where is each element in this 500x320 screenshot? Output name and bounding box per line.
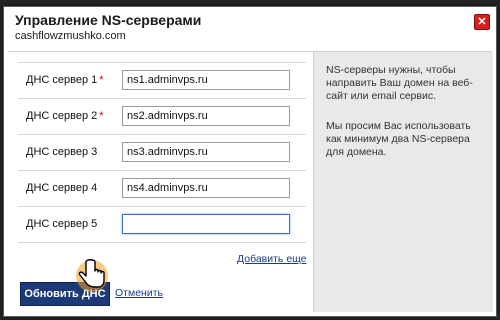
ns-row-5: ДНС сервер 5 — [18, 207, 306, 243]
domain-name: cashflowzmushko.com — [15, 30, 126, 42]
dialog-body: ДНС сервер 1* ДНС сервер 2* ДНС сервер 3… — [8, 51, 493, 312]
dialog-header: Управление NS-серверами cashflowzmushko.… — [4, 7, 496, 47]
ns-input-4[interactable] — [122, 178, 290, 198]
cancel-link[interactable]: Отменить — [115, 287, 163, 299]
ns-rows: ДНС сервер 1* ДНС сервер 2* ДНС сервер 3… — [18, 62, 306, 243]
ns-label-2: ДНС сервер 2 * — [26, 110, 104, 122]
ns-row-4: ДНС сервер 4 — [18, 171, 306, 207]
info-paragraph-1: NS-серверы нужны, чтобы направить Ваш до… — [326, 64, 473, 102]
ns-label-5: ДНС сервер 5 — [26, 218, 98, 230]
ns-servers-dialog: Управление NS-серверами cashflowzmushko.… — [3, 6, 497, 317]
ns-input-3[interactable] — [122, 142, 290, 162]
ns-form: ДНС сервер 1* ДНС сервер 2* ДНС сервер 3… — [8, 52, 312, 312]
required-mark: * — [99, 110, 104, 122]
ns-label-4: ДНС сервер 4 — [26, 182, 98, 194]
ns-input-5[interactable] — [122, 214, 290, 234]
ns-label-3: ДНС сервер 3 — [26, 146, 98, 158]
ns-row-1: ДНС сервер 1 * — [18, 63, 306, 99]
close-icon[interactable]: ✕ — [474, 14, 490, 30]
ns-row-2: ДНС сервер 2 * — [18, 99, 306, 135]
info-panel: NS-серверы нужны, чтобы направить Ваш до… — [313, 52, 493, 312]
dialog-title: Управление NS-серверами — [15, 12, 202, 28]
info-paragraph-2: Мы просим Вас использовать как минимум д… — [326, 120, 471, 158]
ns-label-1: ДНС сервер 1 * — [26, 74, 104, 86]
add-more-link[interactable]: Добавить еще — [237, 253, 307, 265]
ns-row-3: ДНС сервер 3 — [18, 135, 306, 171]
hand-cursor-icon — [76, 259, 108, 292]
ns-input-1[interactable] — [122, 70, 290, 90]
required-mark: * — [99, 74, 104, 86]
ns-input-2[interactable] — [122, 106, 290, 126]
